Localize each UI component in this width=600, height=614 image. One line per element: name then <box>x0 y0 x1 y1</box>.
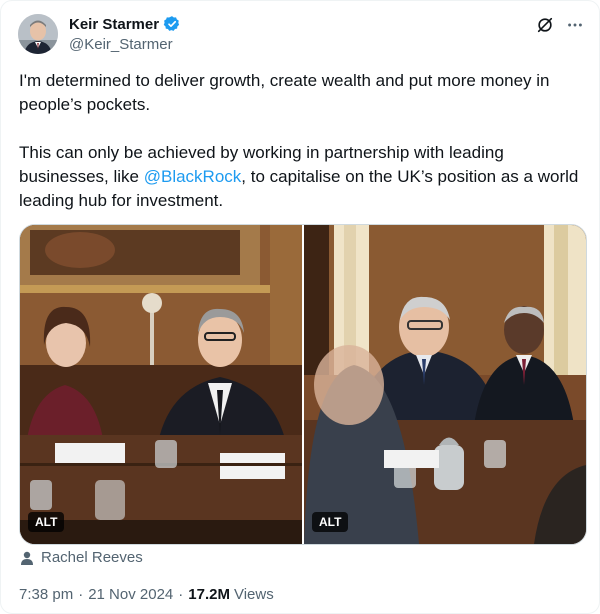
tweet-top-actions <box>535 15 585 35</box>
photo-1[interactable]: ALT <box>20 225 302 544</box>
tweet-card[interactable]: Keir Starmer @Keir_Starmer I'm determine… <box>0 0 600 614</box>
tweet-meta: 7:38 pm · 21 Nov 2024 · 17.2M Views <box>19 586 274 603</box>
tagged-people[interactable]: Rachel Reeves <box>19 549 143 566</box>
verified-badge-icon <box>163 15 181 33</box>
views-label: Views <box>233 586 274 603</box>
photo-2[interactable]: ALT <box>304 225 586 544</box>
author-name-row[interactable]: Keir Starmer <box>69 15 181 33</box>
person-icon <box>19 550 35 566</box>
views-count: 17.2M <box>188 586 230 603</box>
media-grid: ALT ALT <box>19 224 587 545</box>
more-icon[interactable] <box>565 15 585 35</box>
avatar[interactable] <box>18 14 58 54</box>
tweet-text: I'm determined to deliver growth, create… <box>19 69 579 213</box>
mention-link[interactable]: @BlackRock <box>144 167 242 186</box>
tweet-date[interactable]: 21 Nov 2024 <box>88 586 173 603</box>
alt-badge[interactable]: ALT <box>312 512 349 532</box>
alt-badge[interactable]: ALT <box>28 512 65 532</box>
tweet-text-paragraph-1: I'm determined to deliver growth, create… <box>19 71 555 114</box>
separator-dot: · <box>78 586 84 603</box>
author-handle[interactable]: @Keir_Starmer <box>69 36 173 53</box>
grok-icon[interactable] <box>535 15 555 35</box>
separator-dot: · <box>178 586 184 603</box>
tweet-time[interactable]: 7:38 pm <box>19 586 73 603</box>
author-name[interactable]: Keir Starmer <box>69 16 159 33</box>
tagged-name[interactable]: Rachel Reeves <box>41 549 143 566</box>
